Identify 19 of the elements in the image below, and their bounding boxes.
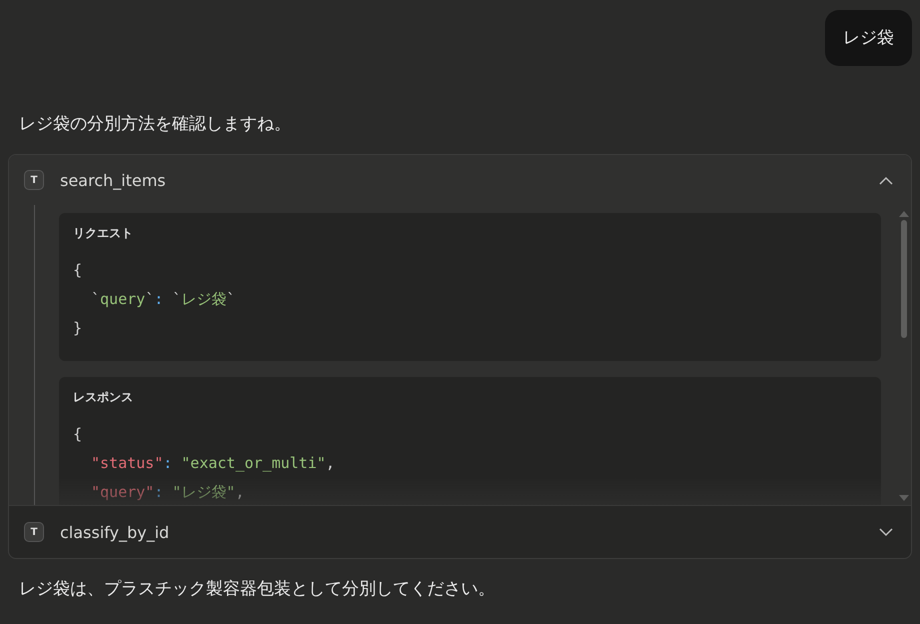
tool-badge: T [24, 522, 44, 542]
code-line: "status": "exact_or_multi", [91, 453, 335, 474]
section-title: レスポンス [73, 389, 134, 406]
assistant-message: レジ袋の分別方法を確認しますね。 [19, 113, 292, 136]
code-line: } [73, 318, 82, 339]
user-message-bubble: レジ袋 [825, 10, 912, 66]
assistant-message: レジ袋は、プラスチック製容器包装として分別してください。 [19, 578, 496, 601]
tool-call-header[interactable]: T classify_by_id [9, 505, 911, 558]
tool-badge: T [24, 170, 44, 190]
section-title: リクエスト [73, 225, 134, 242]
code-line: "query": "レジ袋", [91, 482, 244, 503]
tool-name: search_items [60, 170, 166, 190]
chevron-icon[interactable] [879, 528, 893, 536]
tool-name: classify_by_id [60, 522, 170, 542]
tool-call-header[interactable]: T search_items [9, 155, 911, 205]
code-line: { [73, 260, 82, 281]
code-line: { [73, 424, 82, 445]
chevron-icon[interactable] [879, 176, 893, 184]
code-line: `query`: `レジ袋` [91, 289, 236, 310]
